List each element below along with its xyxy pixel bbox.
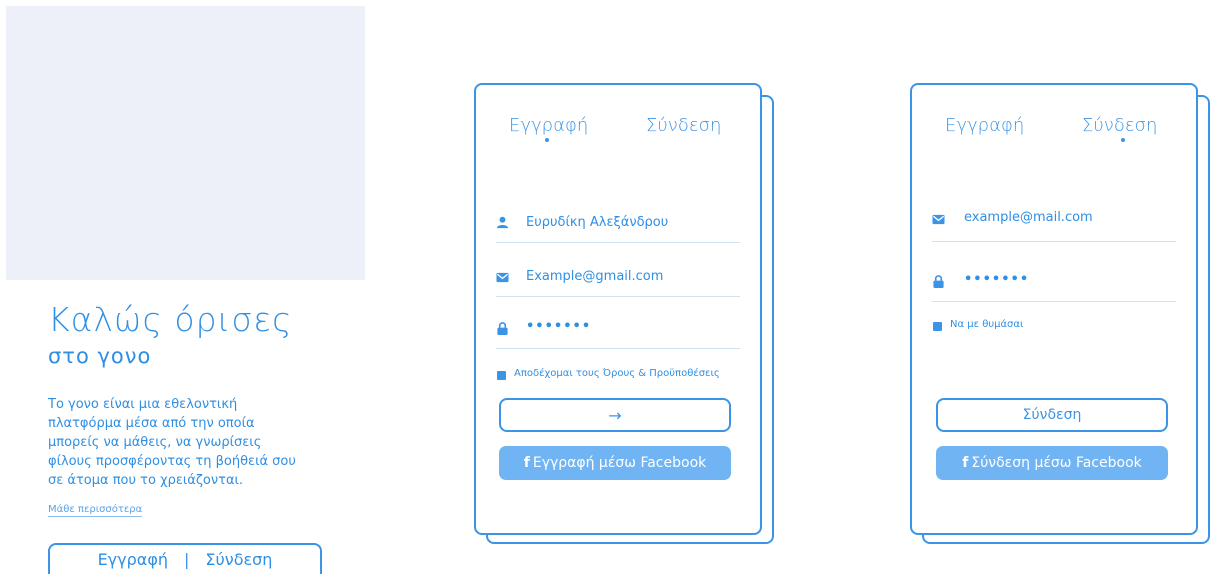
lock-icon xyxy=(497,322,508,335)
password-field[interactable]: ••••••• xyxy=(964,272,1029,287)
password-field[interactable]: ••••••• xyxy=(526,319,591,334)
remember-label: Να με θυμάσαι xyxy=(950,319,1024,330)
register-submit-button[interactable]: → xyxy=(499,398,731,432)
tab-login[interactable]: Σύνδεση xyxy=(1082,115,1157,136)
register-card: Εγγραφή Σύνδεση Ευρυδίκη Αλεξάνδρου Exam… xyxy=(474,83,762,535)
facebook-register-button[interactable]: f Εγγραφή μέσω Facebook xyxy=(499,446,731,480)
welcome-subtitle: στο γονο xyxy=(48,344,152,368)
name-field-underline xyxy=(496,242,740,243)
facebook-icon: f xyxy=(962,455,969,471)
login-link[interactable]: Σύνδεση xyxy=(193,550,284,569)
facebook-login-label: Σύνδεση μέσω Facebook xyxy=(971,455,1142,471)
password-field-underline xyxy=(932,301,1176,302)
active-tab-indicator xyxy=(545,138,549,142)
email-field-underline xyxy=(496,296,740,297)
auth-separator: | xyxy=(184,550,190,569)
active-tab-indicator xyxy=(1121,138,1125,142)
mail-icon xyxy=(932,214,945,225)
tab-register[interactable]: Εγγραφή xyxy=(509,115,588,136)
facebook-icon: f xyxy=(523,455,530,471)
name-field[interactable]: Ευρυδίκη Αλεξάνδρου xyxy=(526,215,668,230)
welcome-title: Καλώς όρισες xyxy=(48,300,293,339)
login-submit-button[interactable]: Σύνδεση xyxy=(936,398,1168,432)
welcome-description: Το γονο είναι μια εθελοντική πλατφόρμα μ… xyxy=(48,397,296,488)
email-field-underline xyxy=(932,241,1176,242)
facebook-login-button[interactable]: f Σύνδεση μέσω Facebook xyxy=(936,446,1168,480)
email-field[interactable]: example@mail.com xyxy=(964,210,1093,225)
learn-more-link[interactable]: Μάθε περισσότερα xyxy=(48,504,143,517)
facebook-register-label: Εγγραφή μέσω Facebook xyxy=(532,455,707,471)
register-link[interactable]: Εγγραφή xyxy=(86,550,180,569)
tab-login[interactable]: Σύνδεση xyxy=(646,115,721,136)
remember-checkbox[interactable] xyxy=(933,322,942,331)
terms-label: Αποδέχομαι τους Όρους & Προϋποθέσεις xyxy=(514,368,720,379)
login-submit-label: Σύνδεση xyxy=(1022,407,1082,423)
arrow-right-icon: → xyxy=(608,405,622,425)
terms-checkbox[interactable] xyxy=(497,371,506,380)
login-card: Εγγραφή Σύνδεση example@mail.com •••••••… xyxy=(910,83,1198,535)
auth-switch: Εγγραφή | Σύνδεση xyxy=(48,543,322,574)
hero-image-placeholder xyxy=(6,6,365,280)
email-field[interactable]: Example@gmail.com xyxy=(526,269,663,284)
password-field-underline xyxy=(496,348,740,349)
mail-icon xyxy=(496,272,509,283)
user-icon xyxy=(496,216,509,229)
lock-icon xyxy=(933,275,944,288)
tab-register[interactable]: Εγγραφή xyxy=(945,115,1024,136)
